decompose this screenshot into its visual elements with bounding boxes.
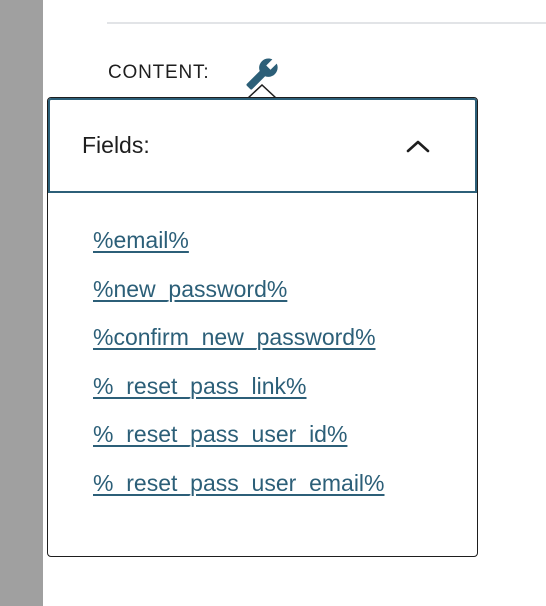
field-tag-reset-pass-link[interactable]: %_reset_pass_link% xyxy=(93,373,307,399)
content-label: CONTENT: xyxy=(108,62,210,83)
list-item: %confirm_new_password% xyxy=(93,319,385,368)
field-tag-list: %email% %new_password% %confirm_new_pass… xyxy=(93,222,385,513)
field-tag-confirm-new-password[interactable]: %confirm_new_password% xyxy=(93,324,376,350)
list-item: %_reset_pass_link% xyxy=(93,368,385,417)
list-item: %_reset_pass_user_email% xyxy=(93,465,385,514)
left-sidebar-edge xyxy=(0,0,43,606)
editor-page: CONTENT: Fields: %email% %new_password% … xyxy=(0,0,546,606)
list-item: %_reset_pass_user_id% xyxy=(93,416,385,465)
popover-arrow xyxy=(248,84,276,98)
section-divider xyxy=(107,22,546,24)
field-tag-email[interactable]: %email% xyxy=(93,227,189,253)
panel-title: Fields: xyxy=(82,132,150,158)
field-tag-reset-pass-user-email[interactable]: %_reset_pass_user_email% xyxy=(93,470,385,496)
content-label-row: CONTENT: xyxy=(108,56,209,90)
fields-panel-toggle[interactable]: Fields: xyxy=(48,98,477,193)
chevron-up-icon xyxy=(405,138,431,154)
field-tag-reset-pass-user-id[interactable]: %_reset_pass_user_id% xyxy=(93,421,347,447)
field-tag-new-password[interactable]: %new_password% xyxy=(93,276,287,302)
list-item: %new_password% xyxy=(93,271,385,320)
fields-popover: Fields: %email% %new_password% %confirm_… xyxy=(47,97,478,557)
list-item: %email% xyxy=(93,222,385,271)
